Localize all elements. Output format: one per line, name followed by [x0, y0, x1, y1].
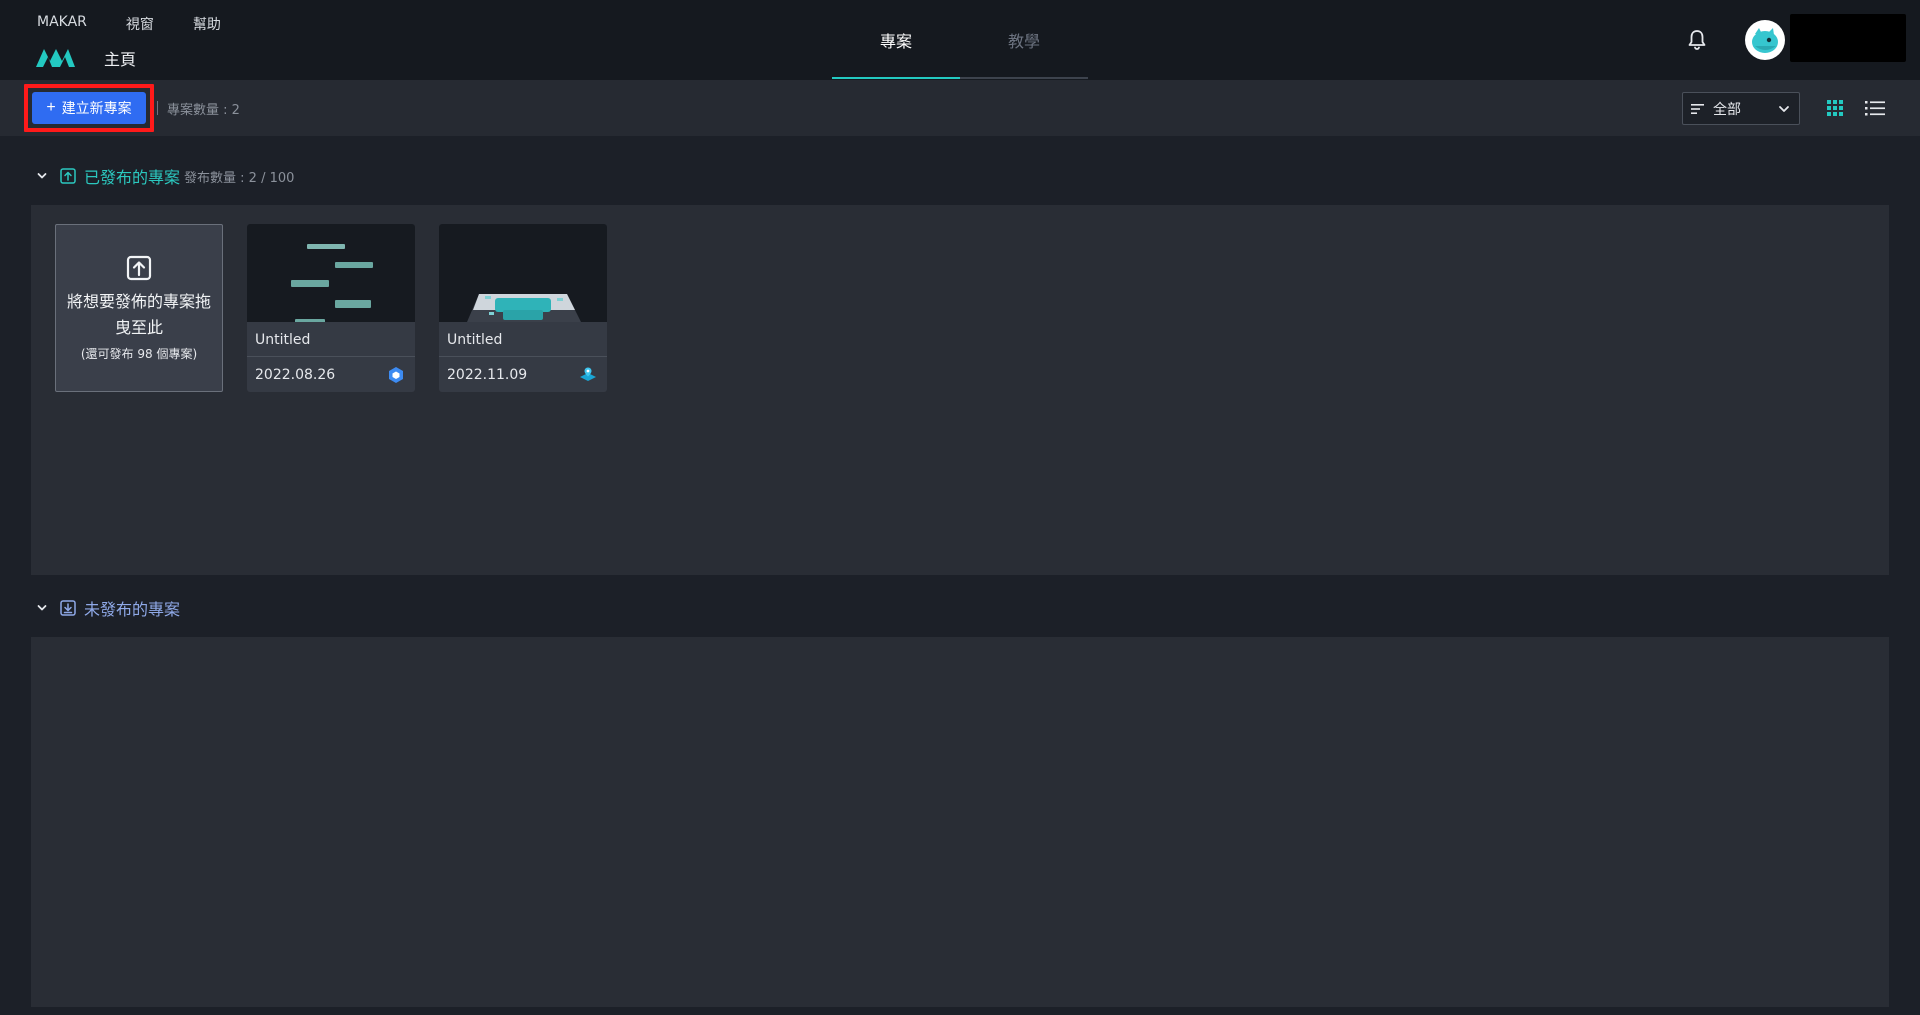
sort-lines-icon: [1691, 103, 1704, 114]
ar-scene-thumbnail-image: [467, 294, 581, 322]
avatar-creature-icon: [1752, 28, 1778, 53]
project-thumbnail: [439, 224, 607, 322]
published-section-header[interactable]: 已發布的專案 發布數量 : 2 / 100: [36, 164, 294, 188]
project-date: 2022.11.09: [447, 366, 528, 383]
tab-active-indicator: [832, 77, 960, 79]
filter-value: 全部: [1713, 101, 1741, 118]
platforms-thumbnail-image: [291, 244, 373, 322]
ar-cube-icon: [389, 366, 403, 383]
home-label[interactable]: 主頁: [104, 46, 136, 70]
makar-logo-icon: [36, 49, 75, 67]
tab-projects[interactable]: 專案: [832, 0, 960, 80]
create-project-label: 建立新專案: [61, 100, 132, 116]
toolbar-separator: [157, 101, 158, 115]
app-header: MAKAR 視窗 幫助 主頁 專案 教學: [0, 0, 1920, 80]
menu-window[interactable]: 視窗: [126, 14, 154, 34]
upload-box-icon: [60, 168, 76, 184]
upload-box-icon: [126, 255, 152, 280]
menu-bar: MAKAR 視窗 幫助: [37, 14, 260, 34]
project-card[interactable]: Untitled 2022.08.26: [247, 224, 415, 392]
drop-zone-subtext: (還可發布 98 個專案): [80, 346, 198, 361]
main-tabs: 專案 教學: [832, 0, 1088, 80]
project-card[interactable]: Untitled 2022.11.09: [439, 224, 607, 392]
project-name: Untitled: [447, 332, 503, 348]
avatar[interactable]: [1745, 20, 1785, 60]
published-count: 發布數量 : 2 / 100: [184, 170, 295, 186]
grid-view-icon[interactable]: [1826, 99, 1844, 117]
user-name-box[interactable]: [1790, 14, 1906, 62]
list-view-icon[interactable]: [1865, 99, 1885, 117]
chevron-down-icon: [37, 173, 47, 179]
unpublished-section-header[interactable]: 未發布的專案: [36, 596, 180, 620]
notification-bell-icon[interactable]: [1685, 28, 1709, 52]
project-date: 2022.08.26: [255, 366, 336, 383]
card-footer: 2022.11.09: [439, 357, 607, 392]
card-footer: 2022.08.26: [247, 357, 415, 392]
published-title: 已發布的專案: [84, 168, 181, 187]
unpublished-title: 未發布的專案: [84, 600, 181, 619]
project-name: Untitled: [255, 332, 311, 348]
menu-makar[interactable]: MAKAR: [37, 14, 87, 34]
drop-zone-text: 將想要發佈的專案拖曳至此: [66, 291, 211, 337]
menu-help[interactable]: 幫助: [193, 14, 221, 34]
plus-icon: +: [46, 99, 56, 116]
filter-select[interactable]: 全部: [1682, 92, 1800, 125]
tab-tutorials[interactable]: 教學: [960, 0, 1088, 80]
chevron-down-icon: [1779, 106, 1789, 112]
unpublished-panel: [31, 637, 1889, 1007]
project-count: 專案數量 : 2: [167, 103, 240, 118]
ar-location-icon: [580, 367, 596, 381]
publish-drop-zone[interactable]: 將想要發佈的專案拖曳至此 (還可發布 98 個專案): [55, 224, 223, 392]
project-thumbnail: [247, 224, 415, 322]
download-box-icon: [60, 600, 76, 616]
chevron-down-icon: [37, 605, 47, 611]
toolbar: [0, 80, 1920, 136]
create-project-button[interactable]: + 建立新專案: [32, 92, 146, 124]
